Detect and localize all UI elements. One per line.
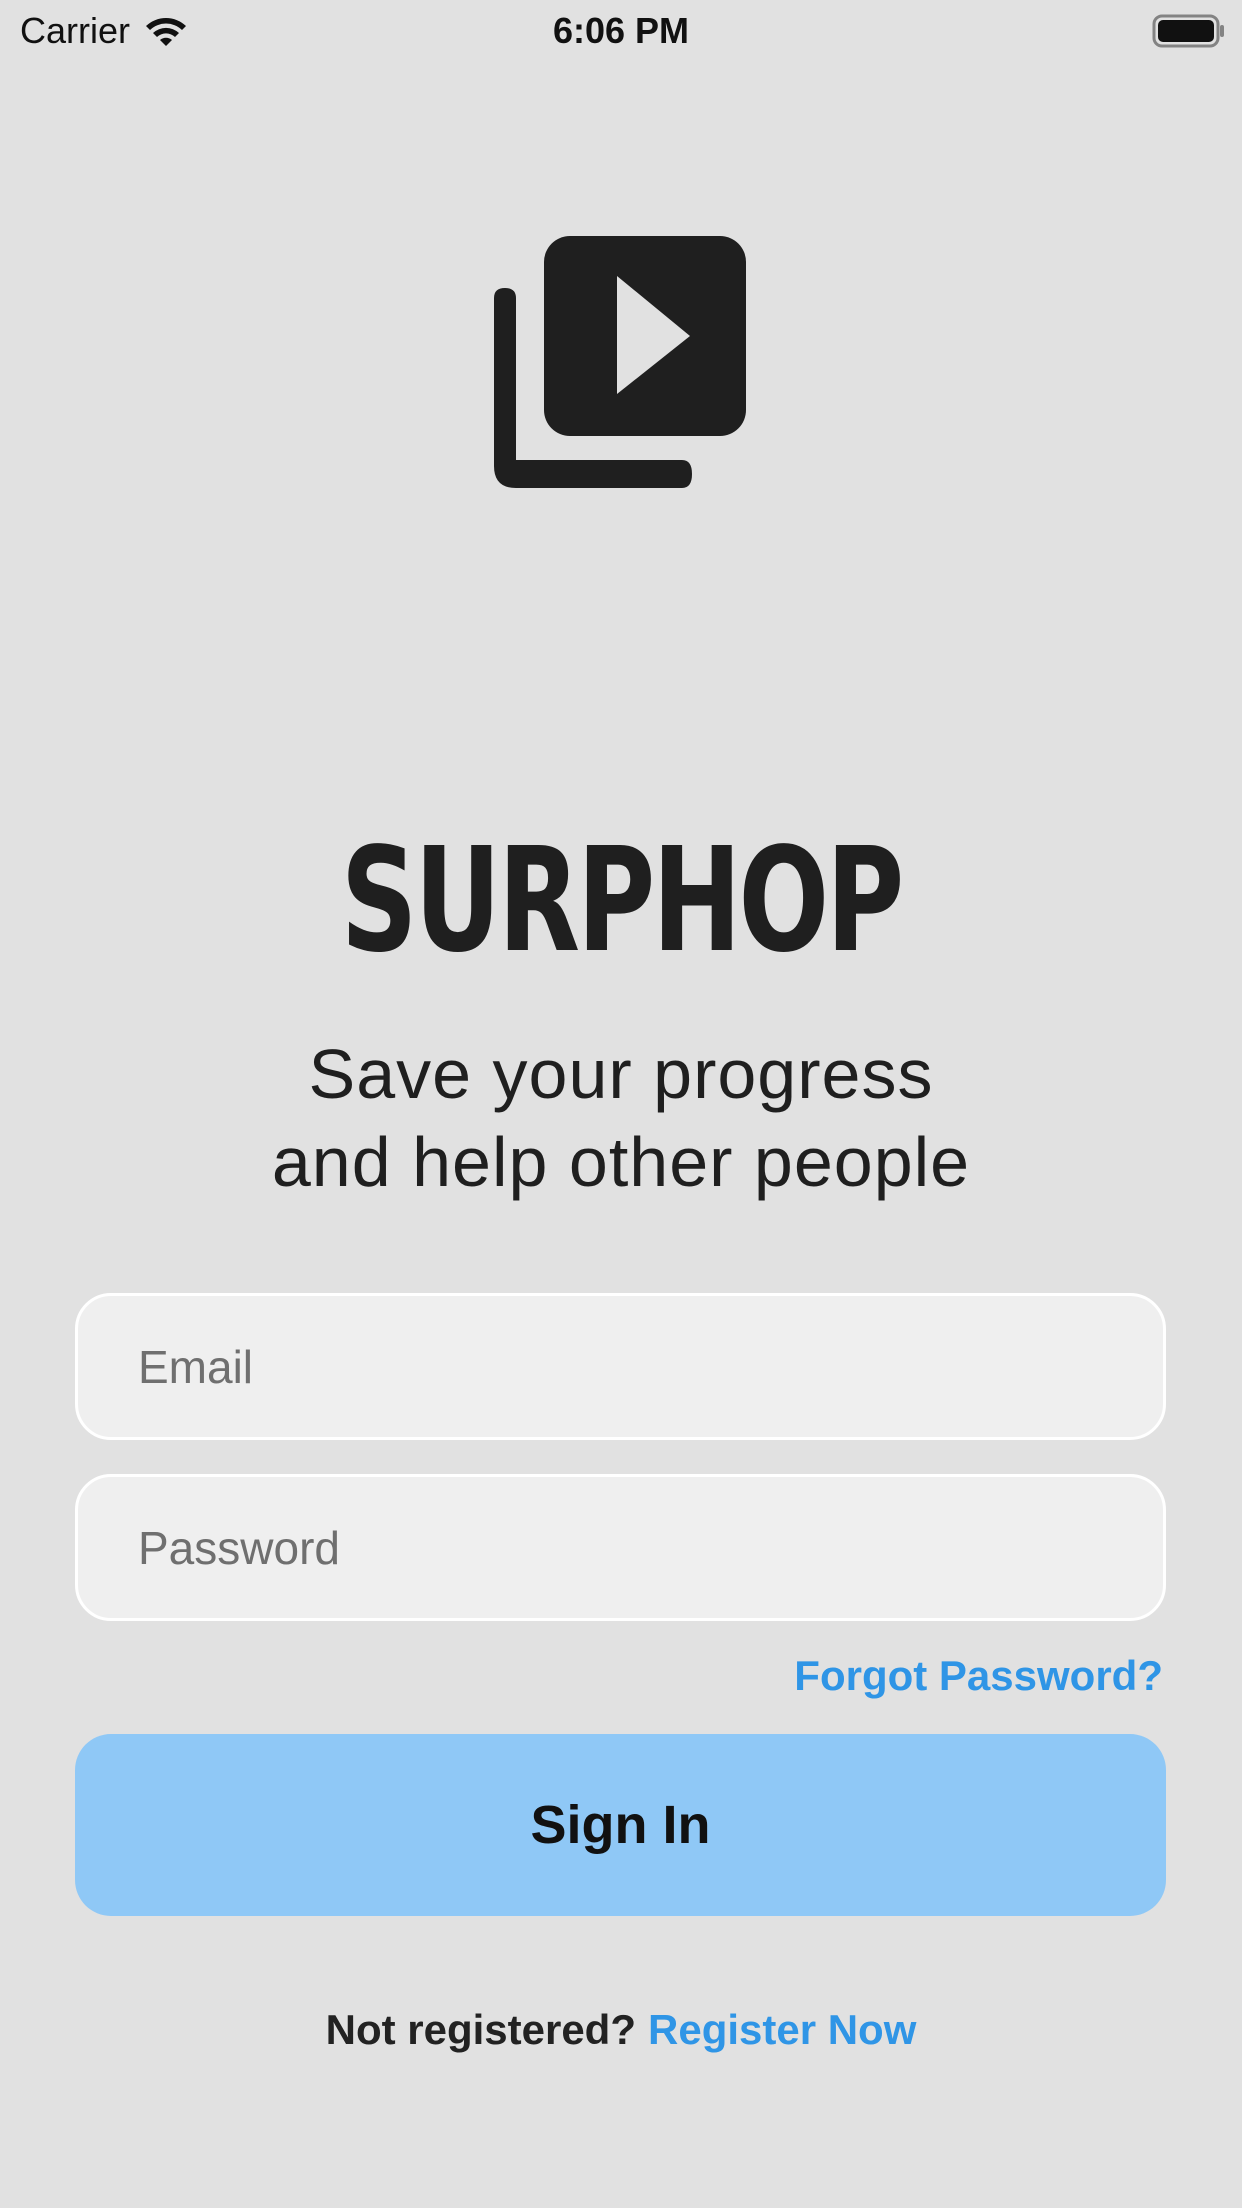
tagline: Save your progress and help other people (0, 1030, 1242, 1206)
app-name: SURPHOP (340, 816, 905, 984)
sign-in-button[interactable]: Sign In (75, 1734, 1166, 1916)
register-prompt: Not registered? (325, 2006, 636, 2053)
battery-full-icon (1152, 14, 1224, 48)
password-input[interactable] (138, 1477, 1098, 1618)
status-bar: Carrier 6:06 PM (0, 0, 1242, 62)
email-input[interactable] (138, 1296, 1098, 1437)
password-field[interactable] (75, 1474, 1166, 1621)
tagline-line-2: and help other people (271, 1123, 971, 1201)
forgot-password-link[interactable]: Forgot Password? (794, 1650, 1163, 1702)
email-field[interactable] (75, 1293, 1166, 1440)
sign-in-label: Sign In (530, 1795, 711, 1855)
video-library-icon (494, 236, 746, 488)
status-time: 6:06 PM (552, 10, 690, 51)
register-now-link[interactable]: Register Now (648, 2006, 916, 2053)
register-row: Not registered? Register Now (0, 2002, 1242, 2058)
tagline-line-1: Save your progress (308, 1035, 934, 1113)
